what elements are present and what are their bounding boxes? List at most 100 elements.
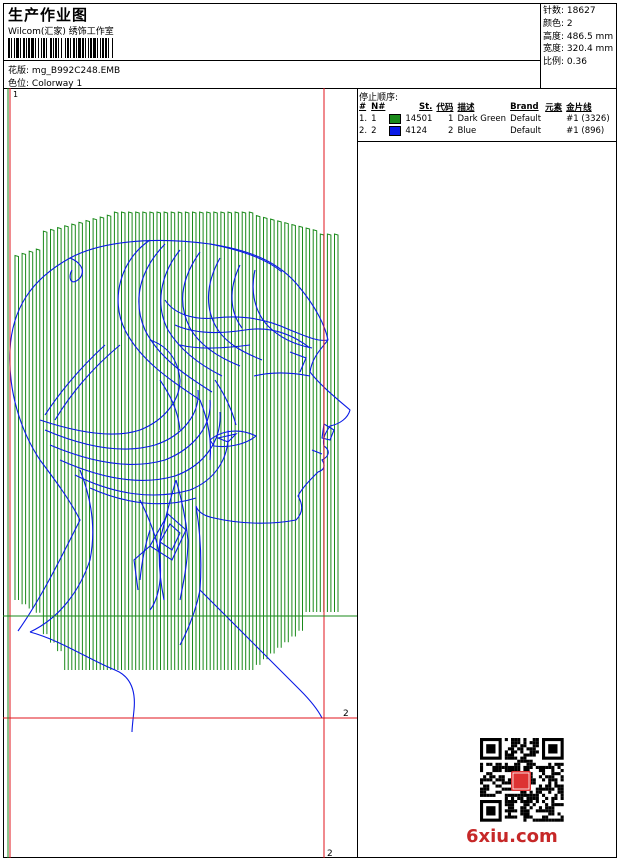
qr-module bbox=[480, 769, 484, 773]
qr-module bbox=[517, 796, 521, 800]
fill-stitch-column bbox=[99, 216, 105, 670]
fill-stitch-column bbox=[284, 222, 289, 643]
fill-stitch-column bbox=[305, 227, 311, 612]
qr-module bbox=[526, 759, 530, 763]
qr-module bbox=[529, 800, 533, 804]
qr-module bbox=[535, 738, 539, 742]
qr-module bbox=[489, 772, 493, 776]
qr-module bbox=[551, 769, 555, 773]
qr-module bbox=[483, 787, 487, 791]
qr-module bbox=[538, 790, 542, 794]
qr-module bbox=[520, 806, 524, 810]
qr-module bbox=[532, 796, 536, 800]
qr-module bbox=[538, 784, 542, 788]
qr-module bbox=[532, 744, 536, 748]
fill-stitch-column bbox=[28, 250, 34, 609]
qr-module bbox=[529, 765, 533, 769]
qr-module bbox=[504, 800, 508, 804]
qr-module bbox=[560, 793, 564, 797]
qr-module bbox=[532, 781, 536, 785]
qr-module bbox=[523, 753, 527, 757]
qr-module bbox=[504, 765, 508, 769]
qr-module bbox=[517, 741, 521, 745]
qr-module bbox=[514, 762, 518, 766]
seal-stamp bbox=[511, 771, 531, 791]
qr-module bbox=[507, 765, 511, 769]
qr-module bbox=[486, 772, 490, 776]
qr-module bbox=[520, 756, 524, 760]
qr-module bbox=[507, 753, 511, 757]
qr-finder bbox=[486, 744, 496, 754]
qr-module bbox=[526, 762, 530, 766]
qr-module bbox=[554, 762, 558, 766]
qr-module bbox=[545, 815, 549, 819]
qr-module bbox=[480, 793, 484, 797]
qr-module bbox=[511, 800, 515, 804]
qr-module bbox=[507, 809, 511, 813]
fill-stitch-column bbox=[170, 211, 176, 670]
qr-module bbox=[517, 747, 521, 751]
qr-module bbox=[520, 747, 524, 751]
fill-stitch-column bbox=[14, 254, 19, 600]
qr-module bbox=[557, 762, 561, 766]
qr-module bbox=[514, 744, 518, 748]
qr-module bbox=[511, 747, 515, 751]
qr-module bbox=[535, 793, 539, 797]
qr-module bbox=[514, 800, 518, 804]
green-fill-stitches bbox=[14, 211, 339, 670]
watermark-logo: 6xiu.com bbox=[466, 826, 558, 847]
qr-module bbox=[535, 809, 539, 813]
qr-module bbox=[520, 790, 524, 794]
qr-module bbox=[551, 806, 555, 810]
qr-module bbox=[507, 806, 511, 810]
qr-module bbox=[542, 769, 546, 773]
qr-module bbox=[538, 806, 542, 810]
qr-module bbox=[517, 765, 521, 769]
qr-module bbox=[504, 769, 508, 773]
qr-module bbox=[495, 769, 499, 773]
qr-module bbox=[480, 787, 484, 791]
qr-module bbox=[523, 800, 527, 804]
qr-module bbox=[504, 762, 508, 766]
qr-module bbox=[489, 793, 493, 797]
qr-module bbox=[523, 793, 527, 797]
qr-module bbox=[483, 784, 487, 788]
qr-module bbox=[511, 765, 515, 769]
qr-module bbox=[492, 775, 496, 779]
fill-stitch-column bbox=[113, 211, 119, 670]
qr-module bbox=[538, 765, 542, 769]
qr-module bbox=[501, 775, 505, 779]
qr-module bbox=[511, 741, 515, 745]
fill-stitch-column bbox=[128, 211, 133, 670]
qr-module bbox=[511, 809, 515, 813]
qr-module bbox=[545, 818, 549, 822]
qr-module bbox=[557, 784, 561, 788]
qr-module bbox=[545, 796, 549, 800]
qr-module bbox=[548, 765, 552, 769]
qr-module bbox=[495, 784, 499, 788]
qr-module bbox=[532, 778, 536, 782]
qr-module bbox=[542, 778, 546, 782]
qr-module bbox=[557, 803, 561, 807]
qr-module bbox=[535, 765, 539, 769]
fill-stitch-column bbox=[241, 211, 247, 670]
qr-module bbox=[517, 762, 521, 766]
qr-module bbox=[557, 790, 561, 794]
qr-module bbox=[535, 800, 539, 804]
qr-module bbox=[483, 778, 487, 782]
qr-module bbox=[514, 793, 518, 797]
qr-module bbox=[538, 809, 542, 813]
qr-module bbox=[520, 796, 524, 800]
qr-module bbox=[523, 744, 527, 748]
qr-module bbox=[542, 765, 546, 769]
qr-module bbox=[526, 796, 530, 800]
qr-module bbox=[523, 756, 527, 760]
qr-finder bbox=[486, 806, 496, 816]
qr-module bbox=[507, 812, 511, 816]
qr-module bbox=[545, 787, 549, 791]
qr-module bbox=[538, 775, 542, 779]
qr-module bbox=[529, 796, 533, 800]
qr-module bbox=[526, 815, 530, 819]
qr-module bbox=[495, 765, 499, 769]
qr-module bbox=[551, 809, 555, 813]
